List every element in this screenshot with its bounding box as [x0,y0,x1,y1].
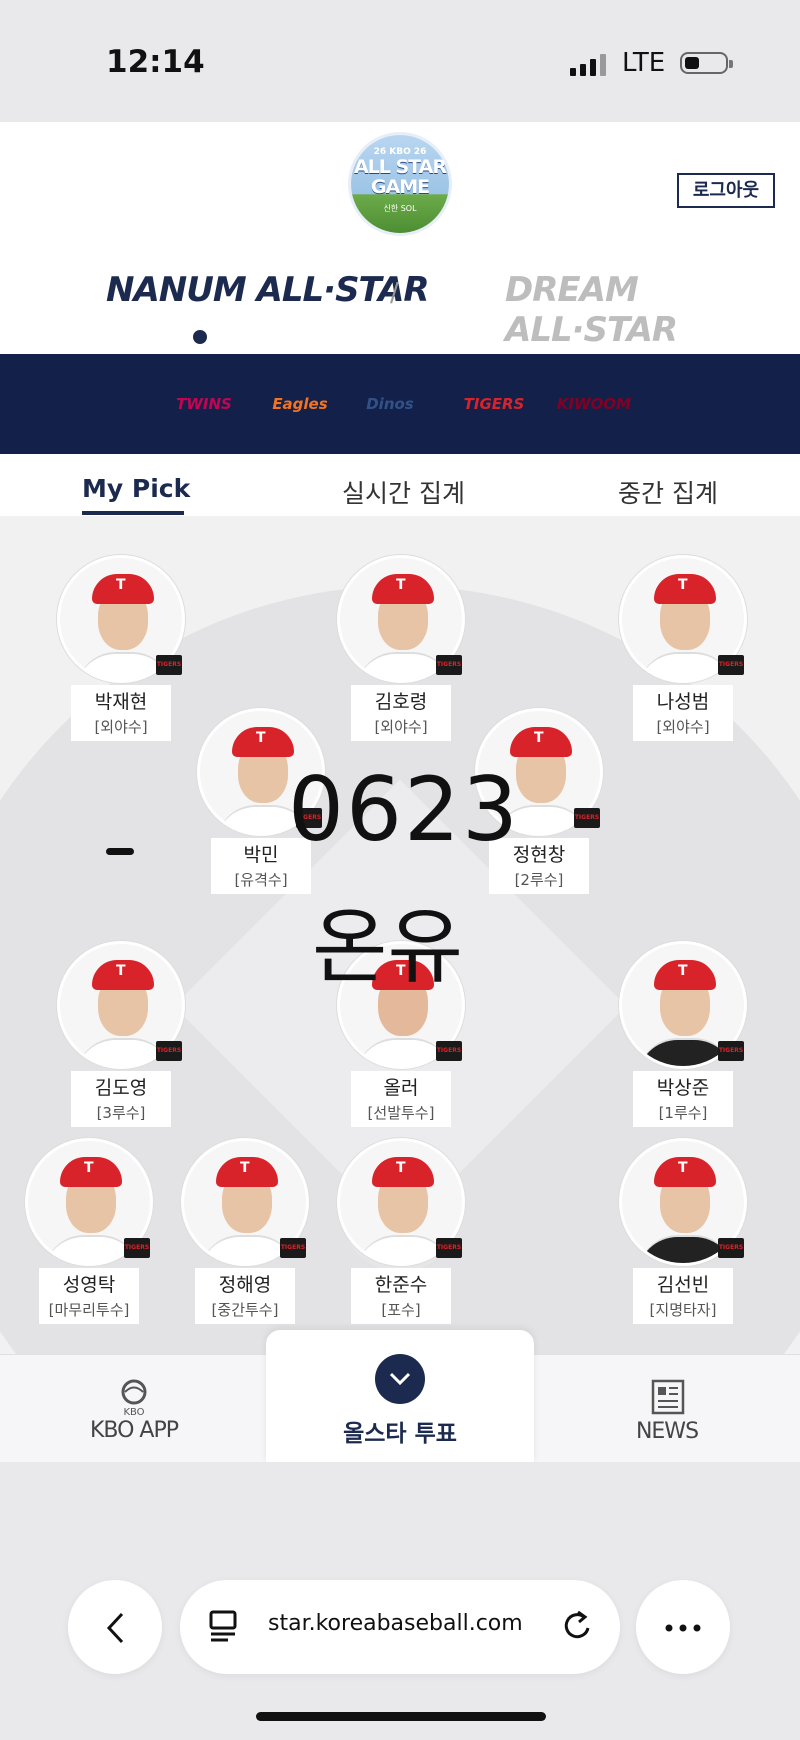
kbo-app-label: KBO APP [89,1418,179,1443]
dream-allstar-tab[interactable]: DREAM ALL·STAR [505,270,800,350]
player-name: 김선빈 [633,1268,733,1297]
player-name: 박상준 [633,1071,733,1100]
tigers-badge-icon: TIGERS [280,1238,306,1258]
tigers-badge-icon: TIGERS [718,1238,744,1258]
player-position: [외야수] [351,714,451,741]
back-icon [106,1612,124,1643]
tab-interim[interactable]: 중간 집계 [618,474,718,510]
player-card[interactable]: TIGERS 김선빈 [지명타자] [618,1138,748,1324]
address-bar[interactable]: star.koreabaseball.com [180,1580,620,1674]
player-position: [3루수] [71,1100,171,1127]
player-card[interactable]: TIGERS 박상준 [1루수] [618,941,748,1127]
player-card[interactable]: TIGERS 나성범 [외야수] [618,555,748,741]
player-position: [2루수] [489,867,589,894]
news-icon [651,1379,685,1415]
player-name: 나성범 [633,685,733,714]
tigers-badge-icon: TIGERS [436,1238,462,1258]
allstar-logo: 26 KBO 26 ALL STAR GAME 신한 SOL [348,132,452,236]
player-card[interactable]: TIGERS 박재현 [외야수] [56,555,186,741]
player-position: [1루수] [633,1100,733,1127]
chevron-down-icon [375,1354,425,1404]
status-bar: 12:14 LTE [0,0,800,122]
player-position: [유격수] [211,867,311,894]
nanum-allstar-tab[interactable]: NANUM ALL·STAR [106,270,430,310]
player-position: [외야수] [633,714,733,741]
logout-button[interactable]: 로그아웃 [677,173,775,208]
overlay-dash [106,848,134,855]
team-logo-kiwoom[interactable]: KIWOOM [557,376,631,432]
player-name: 성영탁 [39,1268,139,1297]
player-card[interactable]: TIGERS 한준수 [포수] [336,1138,466,1324]
tigers-badge-icon: TIGERS [574,808,600,828]
player-card[interactable]: TIGERS 정해영 [중간투수] [180,1138,310,1324]
overlay-name: 온유 [312,900,463,995]
more-icon [665,1624,701,1631]
news-label: NEWS [635,1419,699,1444]
reload-icon[interactable] [562,1608,594,1644]
tab-bar: My Pick 실시간 집계 중간 집계 [0,454,800,516]
selected-indicator [193,330,207,344]
tigers-badge-icon: TIGERS [156,655,182,675]
tigers-badge-icon: TIGERS [436,1041,462,1061]
player-name: 김도영 [71,1071,171,1100]
allstar-vote-label: 올스타 투표 [343,1421,457,1447]
more-button[interactable] [636,1580,730,1674]
news-button[interactable]: NEWS [620,1379,714,1444]
tab-realtime[interactable]: 실시간 집계 [342,474,465,510]
team-logo-twins[interactable]: TWINS [170,376,238,432]
network-label: LTE [622,48,666,78]
player-position: [지명타자] [633,1297,733,1324]
player-name: 정해영 [195,1268,295,1297]
tigers-badge-icon: TIGERS [718,655,744,675]
player-card[interactable]: TIGERS 김도영 [3루수] [56,941,186,1127]
player-name: 박재현 [71,685,171,714]
player-position: [외야수] [71,714,171,741]
browser-toolbar: star.koreabaseball.com [0,1462,800,1740]
kbo-logo-icon [121,1379,147,1405]
battery-icon [680,52,733,74]
signal-icon [570,52,608,76]
home-indicator [256,1712,546,1721]
team-logo-dinos[interactable]: Dinos [356,376,424,432]
url-text: star.koreabaseball.com [268,1611,523,1636]
tigers-badge-icon: TIGERS [156,1041,182,1061]
tabs-icon [209,1610,237,1642]
player-position: [마무리투수] [39,1297,139,1324]
tigers-badge-icon: TIGERS [436,655,462,675]
allstar-vote-button[interactable]: 올스타 투표 [266,1330,534,1462]
team-logos-bar: TWINS Eagles Dinos TIGERS KIWOOM [0,354,800,454]
team-logo-tigers[interactable]: TIGERS [460,376,528,432]
tab-underline [82,511,184,515]
kbo-app-button[interactable]: KBO KBO APP [84,1379,184,1443]
player-card[interactable]: TIGERS 성영탁 [마무리투수] [24,1138,154,1324]
player-position: [중간투수] [195,1297,295,1324]
player-position: [포수] [351,1297,451,1324]
divider: / [390,278,399,308]
player-name: 김호령 [351,685,451,714]
player-card[interactable]: TIGERS 김호령 [외야수] [336,555,466,741]
player-position: [선발투수] [351,1100,451,1127]
team-logo-eagles[interactable]: Eagles [266,376,334,432]
player-name: 한준수 [351,1268,451,1297]
tab-my-pick[interactable]: My Pick [82,474,190,503]
tigers-badge-icon: TIGERS [124,1238,150,1258]
overlay-number: 0623 [288,758,520,861]
tigers-badge-icon: TIGERS [718,1041,744,1061]
player-name: 올러 [351,1071,451,1100]
header: 26 KBO 26 ALL STAR GAME 신한 SOL 로그아웃 NANU… [0,122,800,354]
back-button[interactable] [68,1580,162,1674]
clock: 12:14 [106,44,205,80]
